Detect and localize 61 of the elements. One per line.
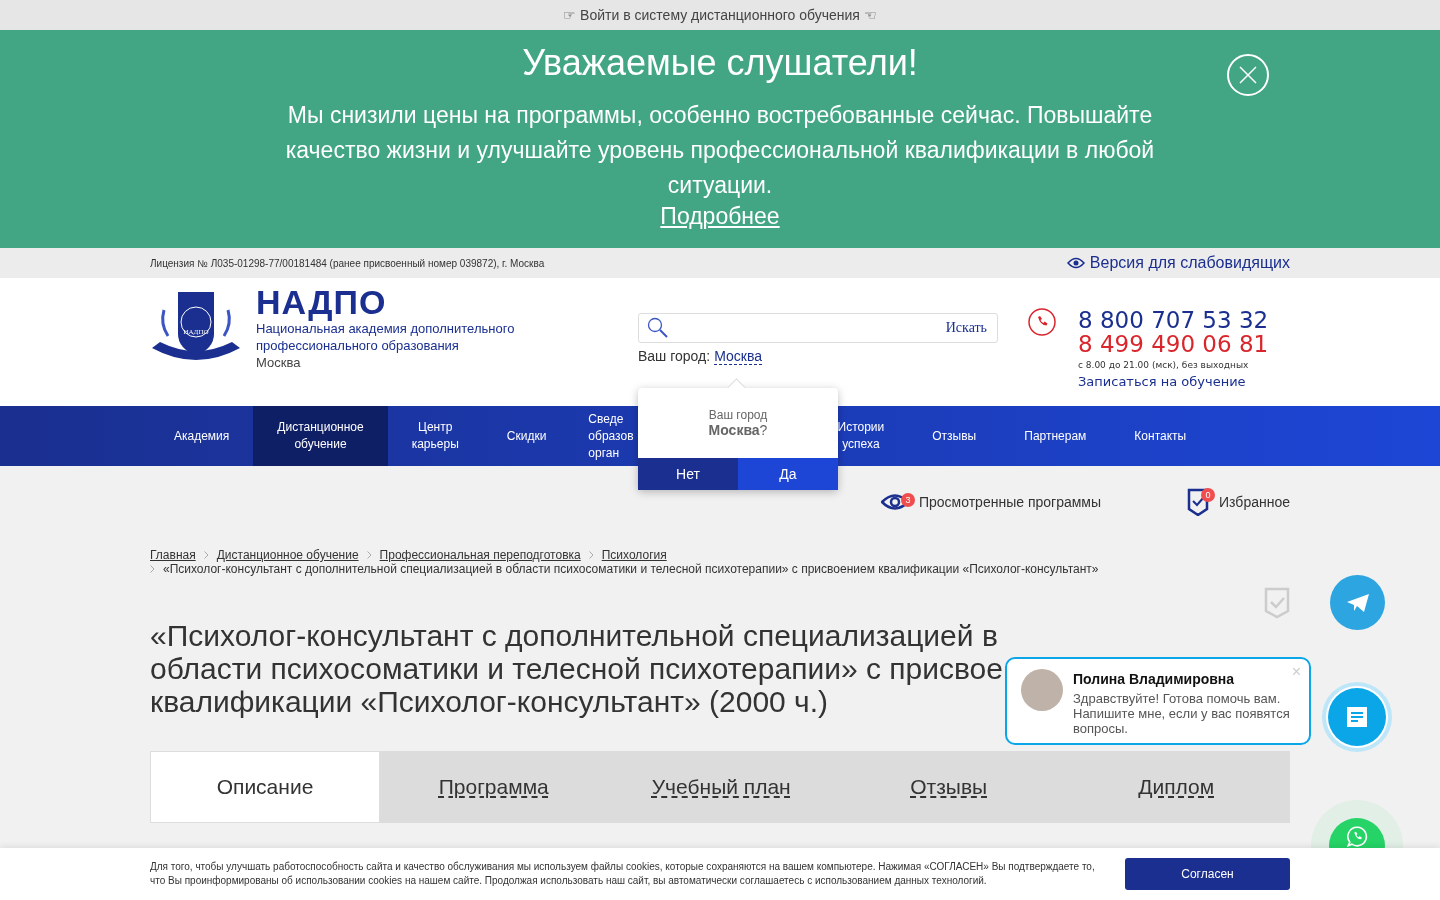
chevron-icon xyxy=(366,551,372,559)
license-text: Лицензия № Л035-01298-77/00181484 (ранее присвоенный номер 039872), г. Москва xyxy=(150,257,545,269)
search-icon xyxy=(647,317,669,339)
avatar-placeholder xyxy=(1021,669,1063,711)
bookmark-check-icon[interactable] xyxy=(1264,587,1290,619)
brand-city: Москва xyxy=(256,354,302,371)
search-button[interactable]: Искать xyxy=(945,320,987,336)
bookmark-check-icon xyxy=(1187,488,1210,516)
popup-answer-button[interactable]: Да xyxy=(738,458,838,490)
chevron-icon xyxy=(588,551,594,559)
enroll-link[interactable]: Записаться на обучение xyxy=(1078,374,1269,389)
phone-number[interactable]: 8 499 490 06 81 xyxy=(1078,332,1269,356)
banner-title: Уважаемые слушатели! xyxy=(522,42,918,84)
viewed-programs-link[interactable]: 3 Просмотренные программы xyxy=(880,488,1102,516)
breadcrumb-link[interactable]: Главная xyxy=(150,548,196,562)
count-badge: 0 xyxy=(1201,488,1216,502)
popup-label: Ваш город xyxy=(708,408,768,422)
working-hours: с 8.00 до 21.00 (мск), без выходных xyxy=(1078,360,1250,370)
operator-name: Полина Владимировна xyxy=(1073,671,1236,687)
nav-item[interactable]: Центр карьеры xyxy=(387,406,483,466)
chevron-icon xyxy=(203,551,209,559)
phone-number[interactable]: 8 800 707 53 32 xyxy=(1078,308,1269,332)
nav-item[interactable]: Контакты xyxy=(1110,406,1211,466)
tab[interactable]: Программа xyxy=(380,751,608,823)
brand-name: НАДПО xyxy=(256,284,387,320)
nav-item[interactable]: Дистанционное обучение xyxy=(253,406,388,466)
nav-item[interactable]: Отзывы xyxy=(908,406,1001,466)
chat-message: Здравствуйте! Готова помочь вам. Напишите мне, если у вас появятся вопросы. xyxy=(1073,691,1291,736)
favorites-link[interactable]: 0 Избранное xyxy=(1187,488,1290,516)
search-field[interactable]: Искать xyxy=(638,313,998,343)
distance-learning-login-link[interactable]: ☞ Войти в систему дистанционного обучения ☜ xyxy=(563,7,877,23)
close-icon xyxy=(1238,65,1258,85)
close-button[interactable] xyxy=(1227,54,1269,96)
eye-icon xyxy=(1066,257,1085,269)
breadcrumb-link[interactable]: Психология xyxy=(601,548,667,562)
breadcrumb-link[interactable]: Дистанционное обучение xyxy=(216,548,359,562)
paper-plane-icon xyxy=(1345,592,1370,613)
city-label: Ваш город: xyxy=(638,348,711,365)
telegram-button[interactable] xyxy=(1330,575,1385,630)
nav-item[interactable]: Скидки xyxy=(482,406,571,466)
accessibility-link[interactable]: Версия для слабовидящих xyxy=(1066,254,1290,272)
tab[interactable]: Описание xyxy=(150,751,380,823)
accept-button[interactable]: Согласен xyxy=(1125,858,1290,890)
page-title: «Психолог-консультант с дополнительной специализацией в области психосоматики и телесной психотерапии» с присвое квалификации «Психолог-консультант» (2000 ч.) xyxy=(150,619,1003,718)
tab[interactable]: Отзывы xyxy=(835,751,1063,823)
breadcrumb-link[interactable]: Профессиональная переподготовка xyxy=(379,548,581,562)
nav-item[interactable]: Партнерам xyxy=(1000,406,1111,466)
chevron-icon xyxy=(150,565,155,573)
breadcrumb-current: «Психолог-консультант с дополнительной специализацией в области психосоматики и телесной психотерапии» с присвоением квалификации «Психолог-консультант» xyxy=(163,562,1099,576)
cookie-notice: Для того, чтобы улучшать работоспособность сайта и качество обслуживания мы используем файлы cookies, которые сохраняются на вашем компьютере. Нажимая «СОГЛАСЕН» Вы подтверждаете то, что Вы проинформированы об использовании cookies на нашем сайте. Продолжая использовать наш сайт, вы автоматически соглашаетесь с использованием данных технологий. xyxy=(150,860,1096,888)
city-link[interactable]: Москва xyxy=(714,348,762,365)
nav-item[interactable]: Академия xyxy=(150,406,254,466)
phone-icon xyxy=(1028,308,1056,336)
popup-answer-button[interactable]: Нет xyxy=(638,458,738,490)
brand-subtitle: Национальная академия дополнительного профессионального образования xyxy=(256,321,516,354)
banner-text: Мы снизили цены на программы, особенно востребованные сейчас. Повышайте качество жизни и улучшайте уровень профессиональной квалификации в любой ситуации. xyxy=(284,101,1156,200)
document-icon xyxy=(1346,706,1368,728)
tab[interactable]: Учебный план xyxy=(607,751,835,823)
popup-city: Москва? xyxy=(708,422,768,438)
tab[interactable]: Диплом xyxy=(1062,751,1290,823)
count-badge: 3 xyxy=(900,493,915,507)
